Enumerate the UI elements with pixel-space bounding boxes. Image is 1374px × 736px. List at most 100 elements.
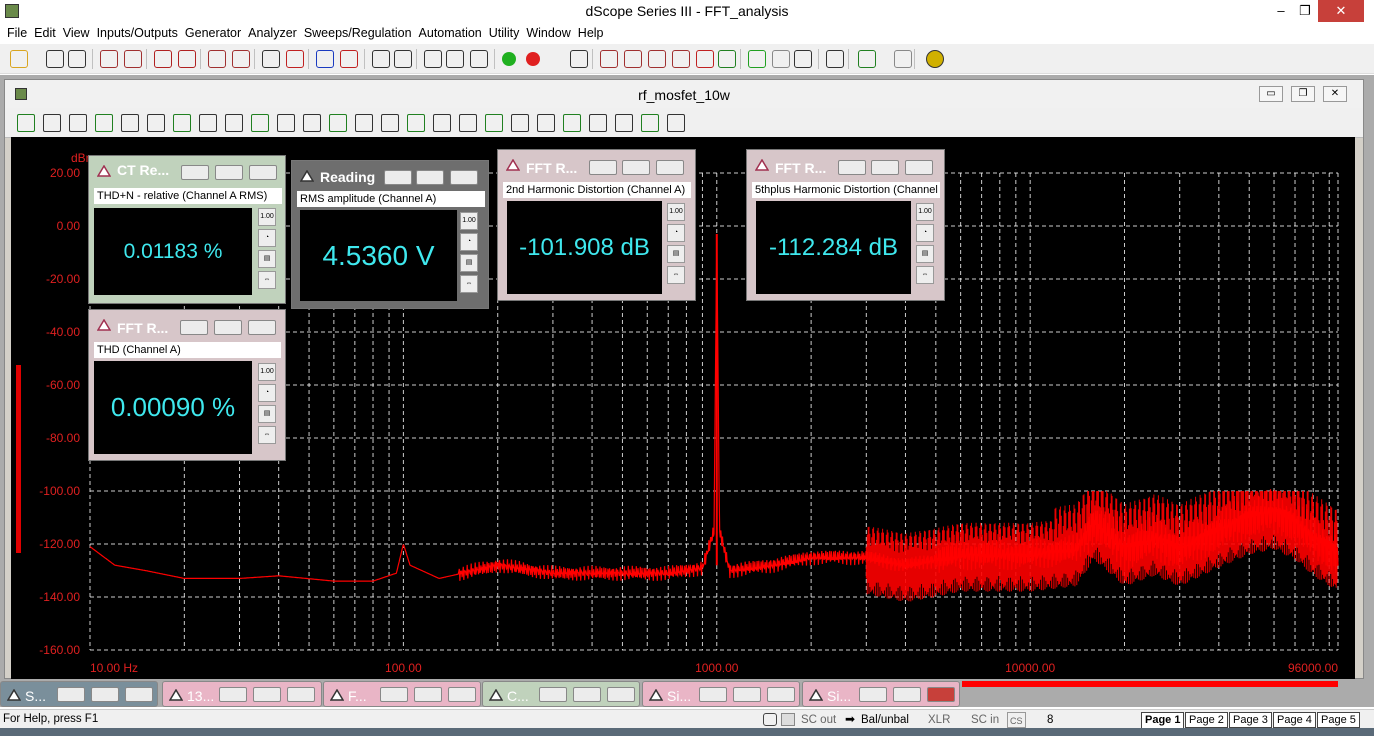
reading-arrows-icon[interactable]: ⇔ [258,271,276,289]
save-trace-icon[interactable] [69,114,87,132]
link-icon[interactable] [589,114,607,132]
reading-minimize-button[interactable] [180,320,208,335]
minimized-window[interactable]: Si... [642,681,800,707]
fold-icon[interactable] [511,114,529,132]
minimized-window-close-button[interactable] [927,687,955,702]
minimized-window-restore-button[interactable] [859,687,887,702]
reading-window-rms[interactable]: Reading RMS amplitude (Channel A) 4.5360… [291,160,489,309]
unfold-icon[interactable] [537,114,555,132]
reading-format-icon[interactable]: 1.00 [460,212,478,230]
minimized-window-maximize-button[interactable] [253,687,281,702]
zoom-in-icon[interactable] [407,114,425,132]
menu-generator[interactable]: Generator [178,24,241,42]
analyzer-icon[interactable] [316,50,334,68]
reading-log-icon[interactable]: ▤ [258,405,276,423]
output-icon[interactable] [124,50,142,68]
stop-icon[interactable] [526,52,540,66]
reading-restore-button[interactable] [214,320,242,335]
cursor-c-icon[interactable] [355,114,373,132]
minimized-window-close-button[interactable] [287,687,315,702]
cursor-d-icon[interactable] [381,114,399,132]
menu-window[interactable]: Window [519,24,570,42]
fit-icon[interactable] [277,114,295,132]
macro-b-icon[interactable] [794,50,812,68]
zoom-icon[interactable] [225,114,243,132]
save-all-icon[interactable] [68,50,86,68]
reading-window-thd[interactable]: FFT R... THD (Channel A) 0.00090 % 1.00 … [88,309,286,461]
print-icon[interactable] [485,114,503,132]
add-trace-icon[interactable] [17,114,35,132]
reading-close-button[interactable] [248,320,276,335]
reading-format-icon[interactable]: 1.00 [258,208,276,226]
minimized-window-close-button[interactable] [607,687,635,702]
menu-help[interactable]: Help [571,24,604,42]
report-icon[interactable] [858,50,876,68]
analyzer-alt-icon[interactable] [340,50,358,68]
zoom-out-icon[interactable] [433,114,451,132]
reading-arrows-icon[interactable]: ⇔ [667,266,685,284]
minimized-window[interactable]: Si... [802,681,960,707]
restore-button[interactable]: ❐ [1290,0,1320,22]
fft-alt-icon[interactable] [624,50,642,68]
copy-icon[interactable] [95,114,113,132]
minimized-window-close-button[interactable] [125,687,153,702]
generator-icon[interactable] [154,50,172,68]
macro-icon[interactable] [772,50,790,68]
report-b-icon[interactable] [894,50,912,68]
minimized-window-restore-button[interactable] [699,687,727,702]
reading-restore-button[interactable] [215,165,243,180]
fft-icon[interactable] [600,50,618,68]
menu-analyzer[interactable]: Analyzer [241,24,297,42]
reading-log-icon[interactable]: ▤ [667,245,685,263]
close-button[interactable]: ✕ [1318,0,1364,22]
reading-window-h5plus[interactable]: FFT R... 5thplus Harmonic Distortion (Ch… [746,149,945,301]
minimized-window[interactable]: 13... [162,681,322,707]
graph-alt-icon[interactable] [147,114,165,132]
minimized-window-maximize-button[interactable] [733,687,761,702]
meter-alt-icon[interactable] [394,50,412,68]
reading-restore-button[interactable] [622,160,650,175]
reading-restore-button[interactable] [871,160,899,175]
scope-alt-icon[interactable] [446,50,464,68]
sweep-b-icon[interactable] [696,50,714,68]
reading-close-button[interactable] [249,165,277,180]
child-close-button[interactable]: ✕ [1323,86,1347,102]
reading-minimize-button[interactable] [838,160,866,175]
reading-close-button[interactable] [905,160,933,175]
generator-alt-icon[interactable] [178,50,196,68]
page-tab[interactable]: Page 5 [1317,712,1360,728]
minimized-window-close-button[interactable] [767,687,795,702]
reading-format-icon[interactable]: 1.00 [667,203,685,221]
reading-gauge-icon[interactable]: ◔ [667,224,685,242]
minimized-window[interactable]: F... [323,681,481,707]
minimized-window-maximize-button[interactable] [414,687,442,702]
wave-c-icon[interactable] [667,114,685,132]
reading-log-icon[interactable]: ▤ [258,250,276,268]
meter-icon[interactable] [372,50,390,68]
menu-inputs-outputs[interactable]: Inputs/Outputs [90,24,178,42]
minimized-window[interactable]: C... [482,681,640,707]
reading-minimize-button[interactable] [384,170,412,185]
graph-icon[interactable] [121,114,139,132]
settings-icon[interactable] [570,50,588,68]
child-minimize-button[interactable]: ▭ [1259,86,1283,102]
cursor-b-icon[interactable] [329,114,347,132]
wave-b-icon[interactable] [641,114,659,132]
probe-off-icon[interactable] [286,50,304,68]
autoscale-icon[interactable] [459,114,477,132]
reading-window-thdn[interactable]: CT Re... THD+N - relative (Channel A RMS… [88,155,286,304]
sweep-icon[interactable] [672,50,690,68]
trace-icon[interactable] [43,114,61,132]
reading-close-button[interactable] [656,160,684,175]
reading-format-icon[interactable]: 1.00 [258,363,276,381]
probe-icon[interactable] [262,50,280,68]
menu-edit[interactable]: Edit [27,24,56,42]
fft-b-icon[interactable] [648,50,666,68]
reading-window-h2[interactable]: FFT R... 2nd Harmonic Distortion (Channe… [497,149,696,301]
sc-out-toggle-icon[interactable] [781,713,795,726]
minimized-window-maximize-button[interactable] [893,687,921,702]
zoom-alt-icon[interactable] [251,114,269,132]
reading-gauge-icon[interactable]: ◔ [258,229,276,247]
reading-arrows-icon[interactable]: ⇔ [258,426,276,444]
reading-gauge-icon[interactable]: ◔ [460,233,478,251]
